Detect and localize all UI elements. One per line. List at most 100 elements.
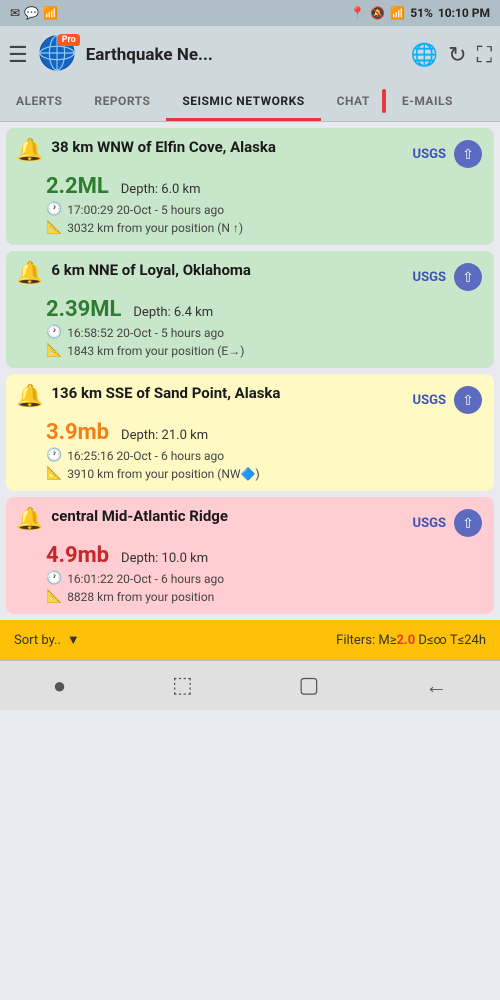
time-text: 10:10 PM xyxy=(438,6,490,20)
clock-icon: 🕐 xyxy=(46,202,62,217)
earthquake-icon: 🔔 xyxy=(16,261,43,286)
eq-title-row: 🔔 38 km WNW of Elfin Cove, Alaska xyxy=(16,138,407,163)
status-right: 📍 🔕 📶 51% 10:10 PM xyxy=(350,6,490,20)
eq-time-row: 🕐 16:25:16 20-Oct - 6 hours ago xyxy=(46,448,482,463)
eq-magnitude: 4.9mb xyxy=(46,543,109,568)
sort-by-control[interactable]: Sort by.. ▼ xyxy=(14,632,80,648)
status-left: ✉ 💬 📶 xyxy=(10,6,58,20)
message-status-icon: 💬 xyxy=(24,6,39,20)
eq-time-row: 🕐 16:01:22 20-Oct - 6 hours ago xyxy=(46,571,482,586)
globe-icon[interactable]: 🌐 xyxy=(411,43,438,68)
share-icon: ⇧ xyxy=(462,515,474,532)
earthquake-card-1[interactable]: 🔔 38 km WNW of Elfin Cove, Alaska USGS ⇧… xyxy=(6,128,494,245)
nav-bar: ● ⬚ ▢ ← xyxy=(0,660,500,710)
bottom-bar: Sort by.. ▼ Filters: M≥2.0 D≤∞ T≤24h xyxy=(0,620,500,660)
filters-text: Filters: M≥2.0 D≤∞ T≤24h xyxy=(336,633,486,648)
sort-by-label: Sort by.. xyxy=(14,633,61,648)
eq-details: 3.9mb Depth: 21.0 km 🕐 16:25:16 20-Oct -… xyxy=(16,420,482,481)
wifi-icon: 📶 xyxy=(390,6,405,20)
eq-time-row: 🕐 16:58:52 20-Oct - 5 hours ago xyxy=(46,325,482,340)
eq-distance-row: 📐 8828 km from your position xyxy=(46,589,482,604)
eq-distance: 3032 km from your position (N ↑) xyxy=(67,221,243,235)
tab-bar: ALERTS REPORTS SEISMIC NETWORKS CHAT E-M… xyxy=(0,84,500,122)
usgs-badge: USGS xyxy=(413,393,446,408)
eq-time: 17:00:29 20-Oct - 5 hours ago xyxy=(67,203,224,217)
location-distance-icon: 📐 xyxy=(46,589,62,604)
clock-icon: 🕐 xyxy=(46,571,62,586)
share-button[interactable]: ⇧ xyxy=(454,386,482,414)
eq-distance: 8828 km from your position xyxy=(67,590,214,604)
eq-title-row: 🔔 6 km NNE of Loyal, Oklahoma xyxy=(16,261,407,286)
eq-actions: USGS ⇧ xyxy=(413,263,482,291)
eq-time: 16:25:16 20-Oct - 6 hours ago xyxy=(67,449,224,463)
eq-header: 🔔 central Mid-Atlantic Ridge USGS ⇧ xyxy=(16,507,482,537)
eq-actions: USGS ⇧ xyxy=(413,140,482,168)
usgs-badge: USGS xyxy=(413,270,446,285)
eq-distance: 1843 km from your position (E→) xyxy=(67,344,244,358)
eq-title: 6 km NNE of Loyal, Oklahoma xyxy=(51,261,251,281)
header-actions: 🌐 ↻ ⛶ xyxy=(411,43,492,68)
filters-suffix: D≤∞ T≤24h xyxy=(415,633,486,648)
status-bar: ✉ 💬 📶 📍 🔕 📶 51% 10:10 PM xyxy=(0,0,500,26)
eq-magnitude: 2.39ML xyxy=(46,297,121,322)
nav-square-icon[interactable]: ▢ xyxy=(299,673,320,698)
eq-distance-row: 📐 3910 km from your position (NW🔷) xyxy=(46,466,482,481)
eq-magnitude: 3.9mb xyxy=(46,420,109,445)
share-button[interactable]: ⇧ xyxy=(454,140,482,168)
email-status-icon: ✉ xyxy=(10,6,20,20)
nav-recent-icon[interactable]: ⬚ xyxy=(172,673,193,698)
mute-icon: 🔕 xyxy=(370,6,385,20)
share-icon: ⇧ xyxy=(462,146,474,163)
eq-time: 16:01:22 20-Oct - 6 hours ago xyxy=(67,572,224,586)
share-icon: ⇧ xyxy=(462,269,474,286)
location-icon: 📍 xyxy=(350,6,365,20)
eq-header: 🔔 6 km NNE of Loyal, Oklahoma USGS ⇧ xyxy=(16,261,482,291)
eq-depth: Depth: 6.4 km xyxy=(133,305,213,320)
eq-title-row: 🔔 136 km SSE of Sand Point, Alaska xyxy=(16,384,407,409)
nav-back-icon[interactable]: ← xyxy=(425,673,447,699)
cards-container: 🔔 38 km WNW of Elfin Cove, Alaska USGS ⇧… xyxy=(0,122,500,620)
earthquake-icon: 🔔 xyxy=(16,507,43,532)
sort-chevron-icon: ▼ xyxy=(67,632,80,648)
eq-details: 2.39ML Depth: 6.4 km 🕐 16:58:52 20-Oct -… xyxy=(16,297,482,358)
eq-depth: Depth: 10.0 km xyxy=(121,551,208,566)
usgs-badge: USGS xyxy=(413,516,446,531)
eq-distance-row: 📐 1843 km from your position (E→) xyxy=(46,343,482,358)
eq-title: 38 km WNW of Elfin Cove, Alaska xyxy=(51,138,276,158)
location-distance-icon: 📐 xyxy=(46,466,62,481)
earthquake-card-3[interactable]: 🔔 136 km SSE of Sand Point, Alaska USGS … xyxy=(6,374,494,491)
share-icon: ⇧ xyxy=(462,392,474,409)
eq-depth: Depth: 21.0 km xyxy=(121,428,208,443)
eq-header: 🔔 38 km WNW of Elfin Cove, Alaska USGS ⇧ xyxy=(16,138,482,168)
eq-distance: 3910 km from your position (NW🔷) xyxy=(67,467,260,481)
eq-time-row: 🕐 17:00:29 20-Oct - 5 hours ago xyxy=(46,202,482,217)
eq-magnitude: 2.2ML xyxy=(46,174,109,199)
location-distance-icon: 📐 xyxy=(46,220,62,235)
pro-badge: Pro xyxy=(58,34,80,46)
eq-distance-row: 📐 3032 km from your position (N ↑) xyxy=(46,220,482,235)
earthquake-card-2[interactable]: 🔔 6 km NNE of Loyal, Oklahoma USGS ⇧ 2.3… xyxy=(6,251,494,368)
eq-details: 4.9mb Depth: 10.0 km 🕐 16:01:22 20-Oct -… xyxy=(16,543,482,604)
filters-prefix: Filters: M≥ xyxy=(336,633,396,648)
menu-icon[interactable]: ☰ xyxy=(8,43,28,68)
refresh-icon[interactable]: ↻ xyxy=(448,43,466,68)
eq-title-row: 🔔 central Mid-Atlantic Ridge xyxy=(16,507,407,532)
eq-details: 2.2ML Depth: 6.0 km 🕐 17:00:29 20-Oct - … xyxy=(16,174,482,235)
filter-magnitude: 2.0 xyxy=(396,633,415,648)
eq-time: 16:58:52 20-Oct - 5 hours ago xyxy=(67,326,224,340)
eq-actions: USGS ⇧ xyxy=(413,386,482,414)
nav-home-icon[interactable]: ● xyxy=(53,673,66,699)
tab-reports[interactable]: REPORTS xyxy=(78,84,166,121)
expand-icon[interactable]: ⛶ xyxy=(477,43,492,68)
tab-seismic-networks[interactable]: SEISMIC NETWORKS xyxy=(166,84,320,121)
location-distance-icon: 📐 xyxy=(46,343,62,358)
tab-alerts[interactable]: ALERTS xyxy=(0,84,78,121)
clock-icon: 🕐 xyxy=(46,448,62,463)
tab-emails[interactable]: E-MAILS xyxy=(386,84,469,121)
tab-chat[interactable]: CHAT xyxy=(321,84,386,121)
clock-icon: 🕐 xyxy=(46,325,62,340)
share-button[interactable]: ⇧ xyxy=(454,263,482,291)
share-button[interactable]: ⇧ xyxy=(454,509,482,537)
battery-text: 51% xyxy=(410,6,433,20)
earthquake-card-4[interactable]: 🔔 central Mid-Atlantic Ridge USGS ⇧ 4.9m… xyxy=(6,497,494,614)
